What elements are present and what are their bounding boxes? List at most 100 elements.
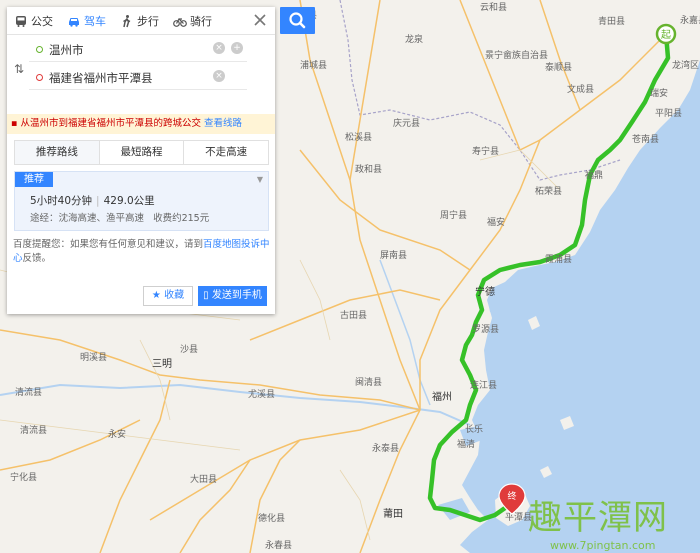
tab-car[interactable]: 驾车 xyxy=(60,7,113,34)
place-label: 连江县 xyxy=(470,379,497,391)
tab-bike[interactable]: 骑行 xyxy=(166,7,219,34)
start-input[interactable]: 温州市 × + xyxy=(29,36,247,62)
end-input-value: 福建省福州市平潭县 xyxy=(49,71,153,85)
car-icon xyxy=(69,17,79,27)
place-label: 古田县 xyxy=(340,309,367,321)
start-marker[interactable]: 起 xyxy=(655,23,677,45)
place-label: 屏南县 xyxy=(380,249,407,261)
route-options: 推荐路线 最短路程 不走高速 xyxy=(14,140,269,165)
send-to-phone-button[interactable]: ▯ 发送到手机 xyxy=(198,286,267,306)
swap-icon[interactable]: ⇅ xyxy=(14,62,24,76)
close-icon[interactable] xyxy=(251,11,269,29)
tab-walk[interactable]: 步行 xyxy=(113,7,166,34)
place-label: 永春县 xyxy=(265,539,292,551)
place-label: 龙泉 xyxy=(405,33,423,45)
place-label: 文成县 xyxy=(567,83,594,95)
start-input-value: 温州市 xyxy=(49,43,84,57)
place-label: 清流县 xyxy=(20,424,47,436)
place-label: 清流县 xyxy=(15,386,42,398)
place-label: 平阳县 xyxy=(655,108,682,119)
place-label: 政和县 xyxy=(355,163,382,175)
place-label: 泰顺县 xyxy=(545,61,572,73)
transport-tabs: 公交 驾车 步行 骑行 xyxy=(7,7,275,35)
place-label: 永安 xyxy=(108,428,126,440)
route-distance: 429.0公里 xyxy=(103,195,155,207)
place-label: 沙县 xyxy=(180,344,198,355)
place-label: 松溪县 xyxy=(345,131,372,143)
route-summary: 5小时40分钟 | 429.0公里 xyxy=(30,195,155,207)
place-label: 苍南县 xyxy=(632,133,659,145)
phone-icon: ▯ xyxy=(203,290,209,301)
star-icon: ★ xyxy=(151,290,161,301)
tab-car-label: 驾车 xyxy=(84,14,106,28)
route-via: 途经：沈海高速、渔平高速 xyxy=(30,213,145,224)
place-label: 福安 xyxy=(487,216,505,228)
bike-icon xyxy=(173,17,187,27)
place-label: 莆田 xyxy=(383,507,403,520)
option-no-highway[interactable]: 不走高速 xyxy=(184,141,268,164)
place-label: 霞浦县 xyxy=(545,253,572,265)
place-label: 福鼎 xyxy=(585,169,603,181)
tab-bus-label: 公交 xyxy=(31,14,53,28)
walk-icon xyxy=(123,14,131,27)
tab-walk-label: 步行 xyxy=(137,14,159,28)
watermark: 趣平潭网 www.7pingtan.com xyxy=(528,490,668,552)
watermark-title: 趣平潭网 xyxy=(528,498,668,538)
end-input[interactable]: 福建省福州市平潭县 × xyxy=(29,64,247,90)
recommend-badge: 推荐 xyxy=(15,172,53,187)
place-label: 宁德 xyxy=(475,285,495,298)
option-shortest[interactable]: 最短路程 xyxy=(100,141,185,164)
end-dot-icon xyxy=(36,74,43,81)
search-icon xyxy=(289,12,306,29)
place-label: 青田县 xyxy=(598,15,625,27)
place-label: 周宁县 xyxy=(440,209,467,221)
watermark-url: www.7pingtan.com xyxy=(550,539,656,552)
place-label: 龙湾区 xyxy=(672,59,699,71)
send-label: 发送到手机 xyxy=(211,290,262,301)
favorite-button[interactable]: ★ 收藏 xyxy=(143,286,193,306)
place-label: 明溪县 xyxy=(80,351,107,363)
bus-icon xyxy=(16,15,26,27)
tab-bus[interactable]: 公交 xyxy=(7,7,60,34)
cross-city-notice: ▪ 从温州市到福建省福州市平潭县的跨城公交 查看线路 xyxy=(7,114,275,134)
favorite-label: 收藏 xyxy=(164,290,185,301)
place-label: 长乐 xyxy=(465,423,483,435)
place-label: 大田县 xyxy=(190,473,217,485)
place-label: 浦城县 xyxy=(300,59,327,71)
place-label: 永泰县 xyxy=(372,442,399,454)
bus-small-icon: ▪ xyxy=(11,118,18,129)
place-label: 景宁畲族自治县 xyxy=(485,49,548,61)
route-result[interactable]: 推荐 ▼ 5小时40分钟 | 429.0公里 途经：沈海高速、渔平高速 收费约215… xyxy=(14,171,269,231)
clear-end-icon[interactable]: × xyxy=(213,70,225,82)
feedback-tip: 百度提醒您：如果您有任何意见和建议，请到百度地图投诉中心反馈。 xyxy=(13,238,271,266)
start-dot-icon xyxy=(36,46,43,53)
route-details: 途经：沈海高速、渔平高速 收费约215元 xyxy=(30,210,209,224)
place-label: 三明 xyxy=(152,358,172,370)
tab-bike-label: 骑行 xyxy=(190,14,212,28)
place-label: 罗源县 xyxy=(472,324,499,335)
option-recommended[interactable]: 推荐路线 xyxy=(15,141,100,164)
add-waypoint-icon[interactable]: + xyxy=(231,42,243,54)
place-label: 云和县 xyxy=(480,2,507,13)
place-label: 庆元县 xyxy=(393,117,420,129)
place-label: 闽清县 xyxy=(355,376,382,388)
place-label: 德化县 xyxy=(258,512,285,524)
tip-suffix: 反馈。 xyxy=(22,253,52,264)
notice-text: 从温州市到福建省福州市平潭县的跨城公交 xyxy=(20,118,201,129)
start-marker-label: 起 xyxy=(661,29,671,41)
tip-prefix: 百度提醒您：如果您有任何意见和建议，请到 xyxy=(13,239,204,250)
place-label: 瑞安 xyxy=(650,87,668,99)
route-duration: 5小时40分钟 xyxy=(30,195,93,207)
end-marker-label: 终 xyxy=(507,490,516,502)
search-button[interactable] xyxy=(280,7,315,34)
collapse-icon[interactable]: ▼ xyxy=(257,175,263,184)
notice-link[interactable]: 查看线路 xyxy=(204,118,242,129)
place-label: 尤溪县 xyxy=(248,388,275,400)
place-label: 寿宁县 xyxy=(472,145,499,157)
route-fee: 收费约215元 xyxy=(153,213,210,224)
place-label: 福清 xyxy=(457,438,475,450)
place-label: 宁化县 xyxy=(10,471,37,483)
clear-start-icon[interactable]: × xyxy=(213,42,225,54)
place-label: 柘荣县 xyxy=(535,185,562,197)
place-label: 永嘉县 xyxy=(680,14,700,26)
